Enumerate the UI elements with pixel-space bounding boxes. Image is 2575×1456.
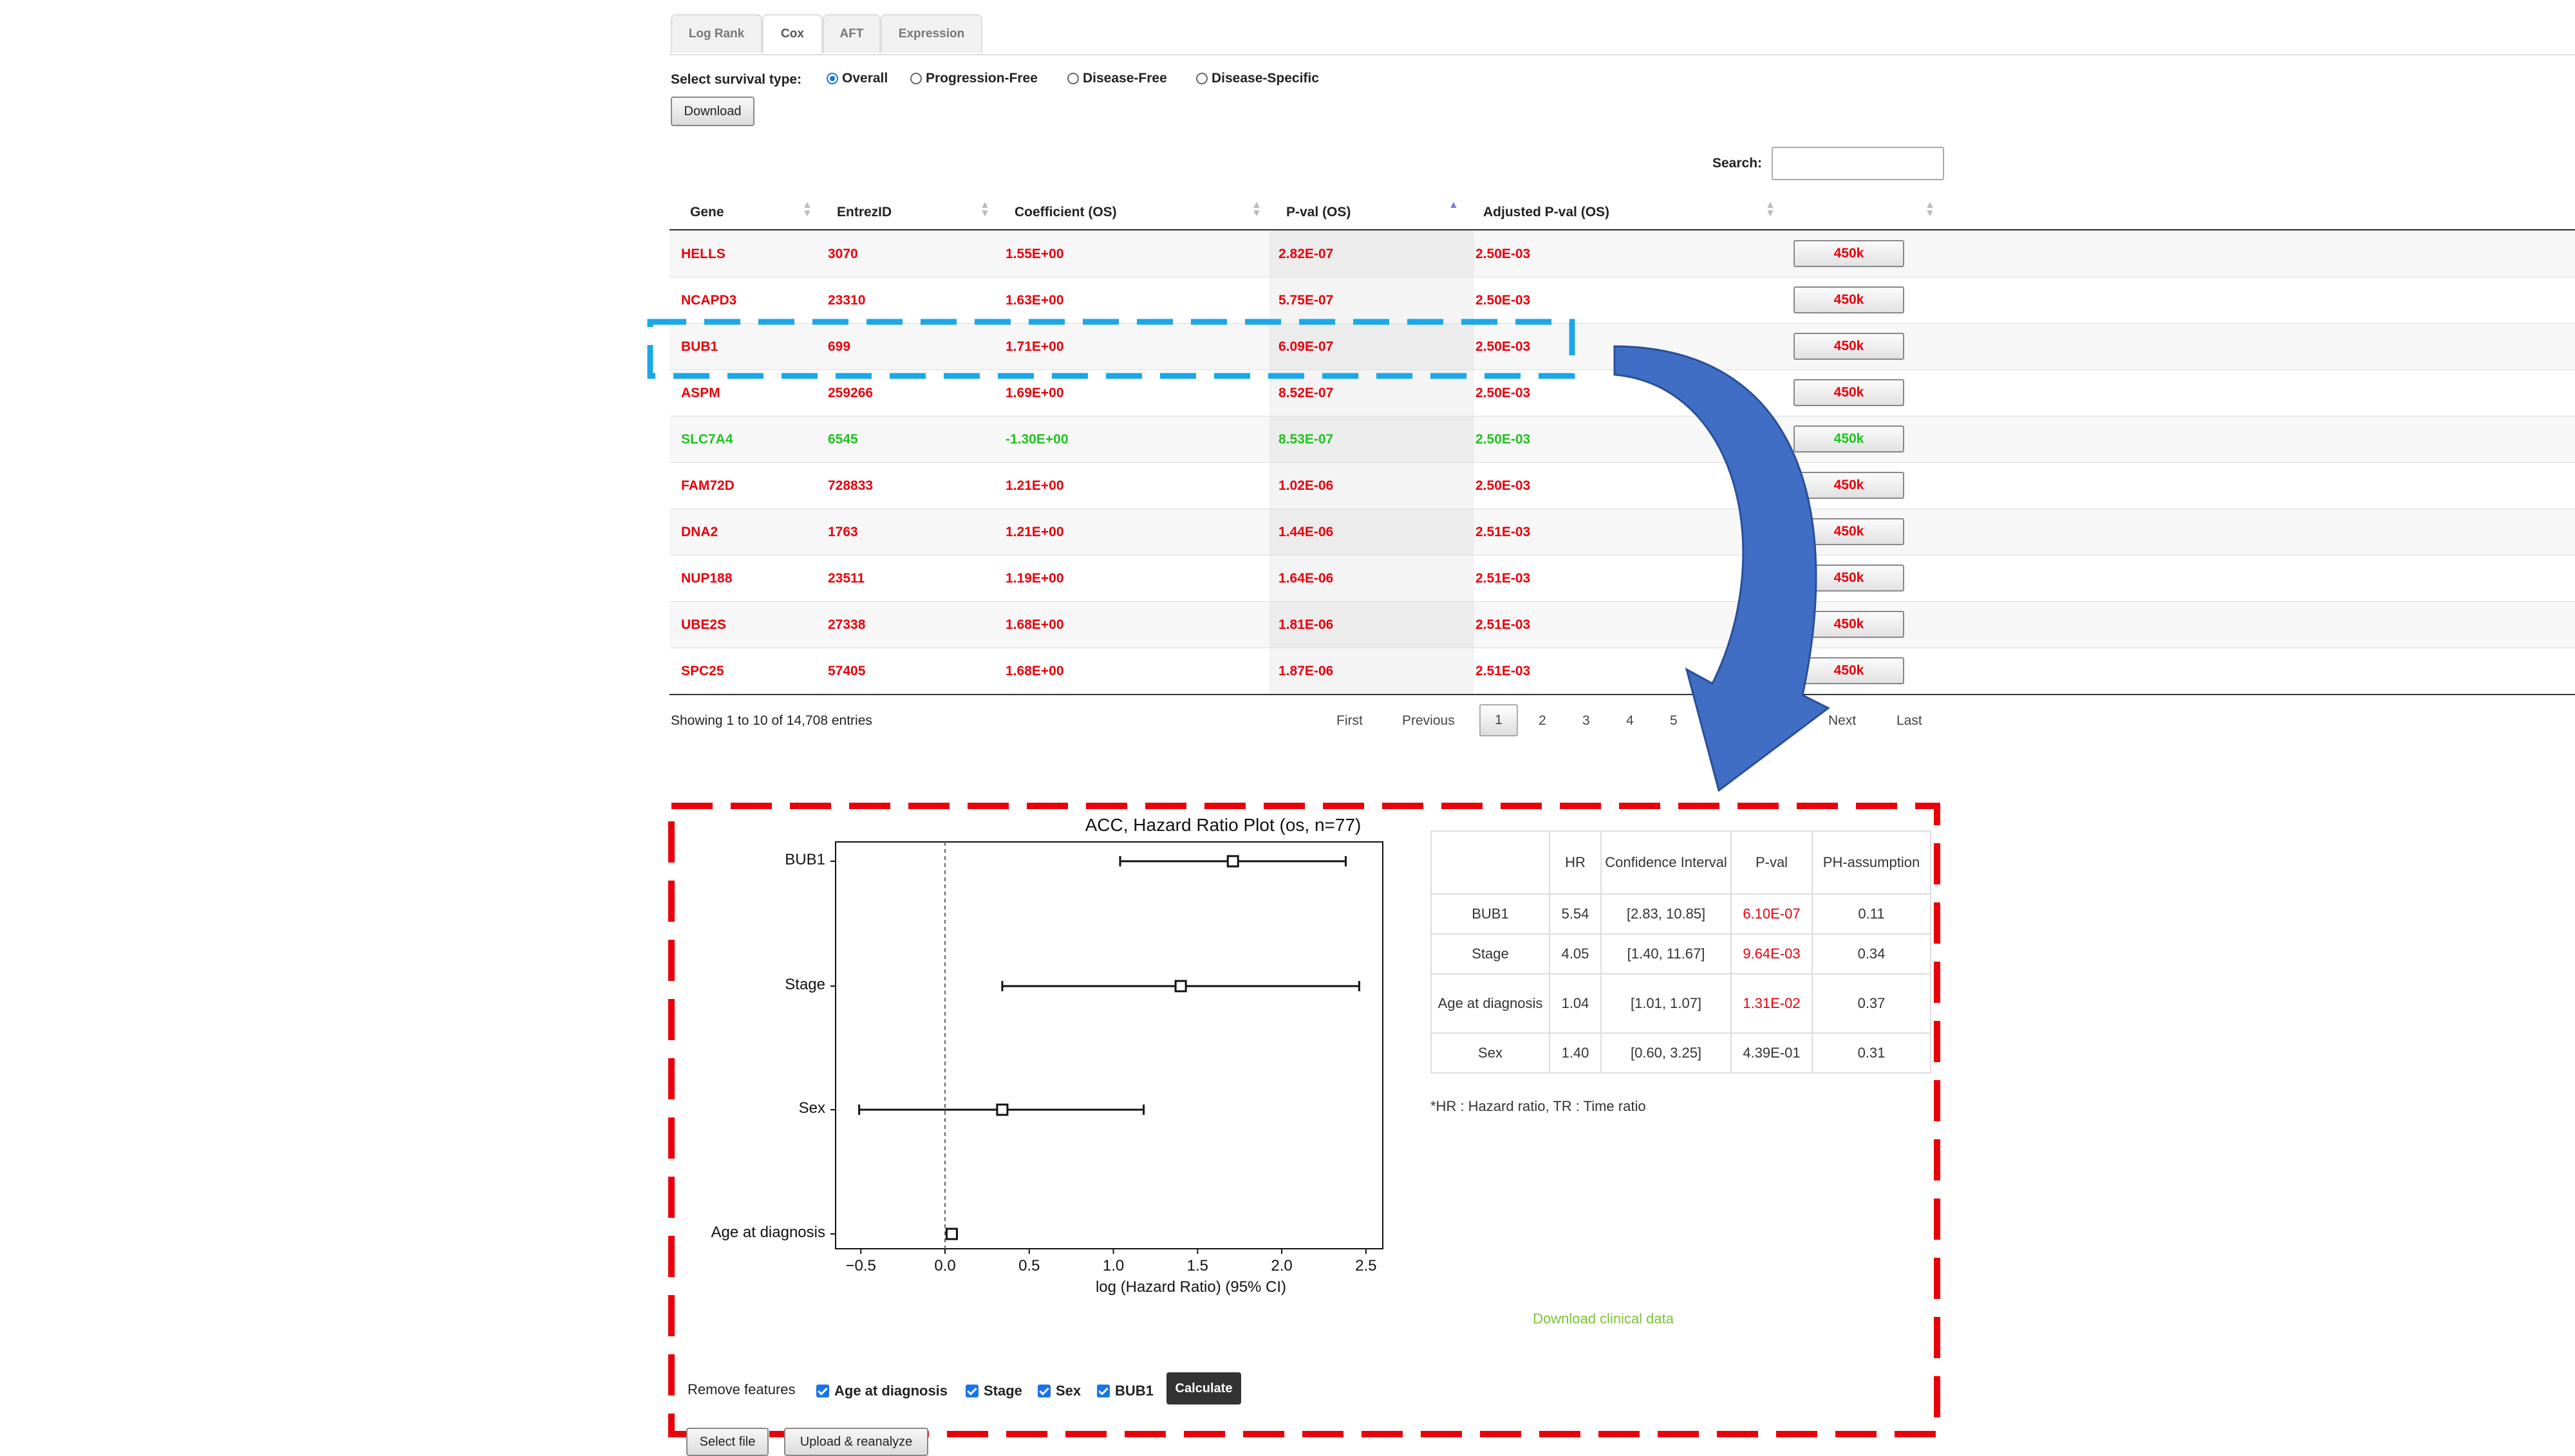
y-tick-label: BUB1 (785, 851, 825, 868)
checkbox-label: Stage (984, 1383, 1022, 1399)
hr-cell-name: Stage (1430, 933, 1550, 975)
calculate-button[interactable]: Calculate (1166, 1372, 1241, 1405)
checkbox-label: BUB1 (1115, 1383, 1154, 1399)
hazard-ratio-table: HR Confidence Interval P-val PH-assumpti… (1430, 830, 1931, 1074)
hr-cell-p: 1.31E-02 (1730, 973, 1813, 1034)
checkbox-bub1[interactable]: BUB1 (1097, 1383, 1154, 1399)
checkbox-checked-icon[interactable] (816, 1385, 829, 1397)
checkbox-label: Age at diagnosis (834, 1383, 948, 1399)
hr-table-row: Age at diagnosis 1.04 [1.01, 1.07] 1.31E-02… (1430, 973, 1931, 1034)
hr-table-row: Stage 4.05 [1.40, 11.67] 9.64E-03 0.34 (1430, 933, 1931, 975)
hr-cell-name: Sex (1430, 1032, 1550, 1074)
hr-header-pval: P-val (1730, 830, 1813, 895)
hr-header-hr: HR (1549, 830, 1602, 895)
hr-cell-p: 9.64E-03 (1730, 933, 1813, 975)
hr-cell-name: Age at diagnosis (1430, 973, 1550, 1034)
hr-cell-ci: [1.40, 11.67] (1600, 933, 1732, 975)
checkbox-sex[interactable]: Sex (1038, 1383, 1081, 1399)
hr-cell-ph: 0.31 (1812, 1032, 1931, 1074)
hr-header-empty (1430, 830, 1550, 895)
checkbox-label: Sex (1056, 1383, 1082, 1399)
x-tick-label: 1.5 (1186, 1257, 1208, 1274)
hr-cell-ci: [2.83, 10.85] (1600, 893, 1732, 935)
select-file-button[interactable]: Select file (686, 1428, 769, 1456)
checkbox-checked-icon[interactable] (966, 1385, 979, 1397)
point-estimate (996, 1103, 1009, 1116)
highlight-row-box (647, 319, 1575, 379)
hr-cell-ph: 0.34 (1812, 933, 1931, 975)
download-clinical-link[interactable]: Download clinical data (1223, 1311, 1674, 1327)
hr-table-row: Sex 1.40 [0.60, 3.25] 4.39E-01 0.31 (1430, 1032, 1931, 1074)
arrow-icon (1613, 345, 1830, 792)
hr-cell-p: 4.39E-01 (1730, 1032, 1813, 1074)
checkbox-checked-icon[interactable] (1097, 1385, 1110, 1397)
y-tick-label: Stage (785, 976, 825, 993)
hr-cell-hr: 1.40 (1549, 1032, 1602, 1074)
checkbox-checked-icon[interactable] (1038, 1385, 1051, 1397)
hazard-ratio-plot (830, 841, 1383, 1254)
point-estimate (1174, 980, 1187, 993)
hr-cell-hr: 1.04 (1549, 973, 1602, 1034)
hr-cell-ph: 0.11 (1812, 893, 1931, 935)
x-tick-label: −0.5 (845, 1257, 876, 1274)
hr-header-ph: PH-assumption (1812, 830, 1931, 895)
hr-table-row: BUB1 5.54 [2.83, 10.85] 6.10E-07 0.11 (1430, 893, 1931, 935)
hr-cell-hr: 5.54 (1549, 893, 1602, 935)
hr-cell-ci: [0.60, 3.25] (1600, 1032, 1732, 1074)
point-estimate (945, 1227, 958, 1240)
x-tick-label: 2.5 (1355, 1257, 1377, 1274)
hr-header-ci: Confidence Interval (1600, 830, 1732, 895)
plot-frame (835, 841, 1383, 1249)
upload-reanalyze-button[interactable]: Upload & reanalyze (784, 1428, 928, 1456)
x-tick-label: 1.0 (1102, 1257, 1125, 1274)
y-tick-label: Sex (798, 1099, 825, 1117)
chart-x-axis-label: log (Hazard Ratio) (95% CI) (1095, 1278, 1287, 1296)
point-estimate (1226, 855, 1239, 868)
x-tick-label: 0.0 (934, 1257, 956, 1274)
x-tick-label: 2.0 (1271, 1257, 1293, 1274)
hr-cell-ci: [1.01, 1.07] (1600, 973, 1732, 1034)
hr-cell-p: 6.10E-07 (1730, 893, 1813, 935)
checkbox-stage[interactable]: Stage (966, 1383, 1022, 1399)
y-tick-label: Age at diagnosis (711, 1224, 825, 1241)
hr-footnote: *HR : Hazard ratio, TR : Time ratio (1430, 1098, 1646, 1114)
hr-cell-name: BUB1 (1430, 893, 1550, 935)
remove-features-label: Remove features (688, 1381, 796, 1397)
hr-cell-hr: 4.05 (1549, 933, 1602, 975)
x-tick-label: 0.5 (1018, 1257, 1040, 1274)
hr-cell-ph: 0.37 (1812, 973, 1931, 1034)
checkbox-age-at-diagnosis[interactable]: Age at diagnosis (816, 1383, 948, 1399)
